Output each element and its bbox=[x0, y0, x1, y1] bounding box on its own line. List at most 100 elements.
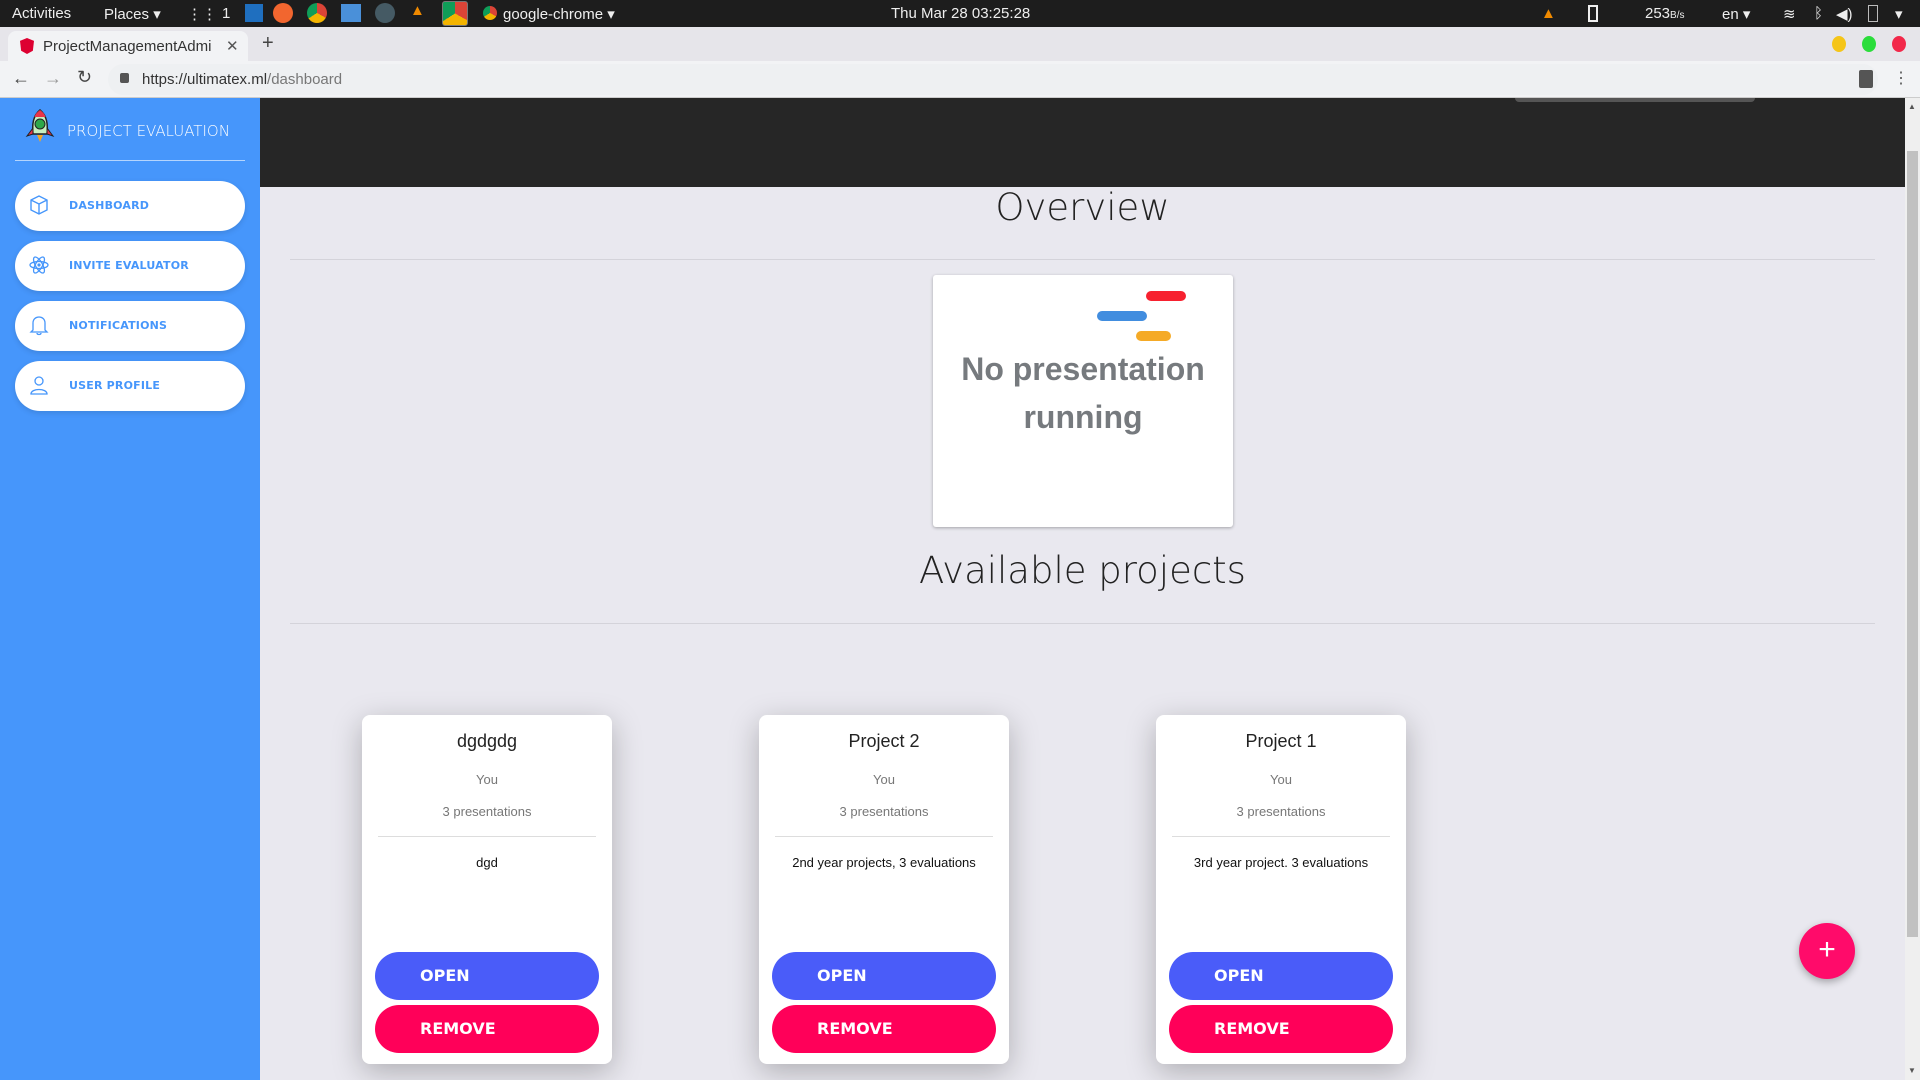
language-menu[interactable]: en ▾ bbox=[1722, 5, 1750, 23]
bell-icon bbox=[29, 316, 49, 336]
tab-bar: ProjectManagementAdmi ✕ + bbox=[0, 27, 1920, 61]
project-card: Project 2 You 3 presentations 2nd year p… bbox=[759, 715, 1009, 1064]
header-search-edge bbox=[1515, 98, 1755, 102]
sidebar-divider bbox=[15, 160, 245, 161]
rocket-logo-icon bbox=[25, 109, 55, 142]
language-label: en bbox=[1722, 6, 1739, 23]
remove-project-button[interactable]: REMOVE bbox=[375, 1005, 599, 1053]
phone-icon[interactable] bbox=[1588, 5, 1598, 22]
presentation-status-text: No presentation running bbox=[933, 345, 1233, 441]
project-name: Project 1 bbox=[1245, 731, 1317, 751]
add-project-button[interactable]: + bbox=[1799, 923, 1855, 979]
bluetooth-icon[interactable]: ᛒ bbox=[1814, 5, 1823, 22]
net-speed-value: 253 bbox=[1645, 5, 1671, 22]
project-owner: You bbox=[873, 772, 895, 787]
project-name: Project 2 bbox=[848, 731, 920, 751]
chrome-active-icon[interactable] bbox=[442, 1, 468, 26]
project-owner: You bbox=[476, 772, 498, 787]
open-project-button[interactable]: OPEN bbox=[772, 952, 996, 1000]
menu-dots-icon[interactable]: ⋮ bbox=[1893, 68, 1909, 88]
project-description: dgd bbox=[476, 855, 498, 870]
scroll-up-icon[interactable]: ▲ bbox=[1908, 102, 1916, 111]
terminal-icon[interactable] bbox=[375, 3, 395, 23]
sidebar-item-dashboard[interactable]: DASHBOARD bbox=[15, 181, 245, 231]
close-window-button[interactable] bbox=[1892, 36, 1906, 52]
reload-icon[interactable]: ↻ bbox=[77, 67, 92, 88]
project-presentations: 3 presentations bbox=[442, 804, 532, 819]
app-title: PROJECT EVALUATION bbox=[67, 122, 230, 140]
presentation-status-card: No presentation running bbox=[933, 275, 1233, 527]
project-presentations: 3 presentations bbox=[1236, 804, 1326, 819]
tab-title: ProjectManagementAdmi bbox=[43, 38, 212, 55]
project-card: dgdgdg You 3 presentations dgd OPEN REMO… bbox=[362, 715, 612, 1064]
url-host: https://ultimatex.ml bbox=[142, 71, 268, 88]
volume-icon[interactable]: ◀) bbox=[1836, 5, 1853, 23]
net-speed: 253B/s bbox=[1645, 5, 1684, 22]
open-project-button[interactable]: OPEN bbox=[375, 952, 599, 1000]
cube-icon bbox=[30, 195, 48, 215]
places-label: Places bbox=[104, 6, 150, 23]
lock-icon bbox=[120, 73, 129, 83]
project-owner: You bbox=[1270, 772, 1292, 787]
app-name: google-chrome bbox=[503, 6, 604, 23]
remove-project-button[interactable]: REMOVE bbox=[1169, 1005, 1393, 1053]
workspace-indicator[interactable]: 1 bbox=[222, 5, 230, 22]
sidebar: PROJECT EVALUATION DASHBOARD INVITE EVAL… bbox=[0, 98, 260, 1080]
atom-icon bbox=[29, 256, 49, 274]
sidebar-item-notifications[interactable]: NOTIFICATIONS bbox=[15, 301, 245, 351]
card-divider bbox=[1172, 836, 1390, 837]
open-project-button[interactable]: OPEN bbox=[1169, 952, 1393, 1000]
overview-divider bbox=[290, 259, 1875, 260]
sidebar-item-label: INVITE EVALUATOR bbox=[69, 259, 189, 272]
loader-bar-red bbox=[1146, 291, 1186, 301]
system-menu-chevron-icon[interactable]: ▾ bbox=[1895, 5, 1903, 23]
card-divider bbox=[378, 836, 596, 837]
places-menu[interactable]: Places ▾ bbox=[104, 5, 161, 23]
maximize-button[interactable] bbox=[1862, 36, 1876, 52]
project-card: Project 1 You 3 presentations 3rd year p… bbox=[1156, 715, 1406, 1064]
project-description: 2nd year projects, 3 evaluations bbox=[792, 855, 976, 870]
chrome-icon[interactable] bbox=[307, 3, 327, 23]
loader-bar-blue bbox=[1097, 311, 1147, 321]
screenshot-app-icon[interactable] bbox=[245, 4, 263, 22]
status-line-2: running bbox=[1023, 399, 1143, 435]
apps-grid-icon[interactable]: ⋮⋮ bbox=[187, 5, 217, 23]
minimize-button[interactable] bbox=[1832, 36, 1846, 52]
project-presentations: 3 presentations bbox=[839, 804, 929, 819]
angular-favicon-icon bbox=[20, 38, 34, 54]
project-name: dgdgdg bbox=[456, 731, 518, 751]
activities-button[interactable]: Activities bbox=[12, 5, 71, 22]
vlc-tray-icon[interactable]: ▲ bbox=[1541, 5, 1556, 22]
address-bar-row: ← → ↻ https://ultimatex.ml/dashboard ⋮ bbox=[0, 61, 1920, 98]
files-icon[interactable] bbox=[341, 4, 361, 22]
sidebar-item-invite-evaluator[interactable]: INVITE EVALUATOR bbox=[15, 241, 245, 291]
scroll-down-icon[interactable]: ▼ bbox=[1908, 1066, 1916, 1075]
app-menu[interactable]: google-chrome ▾ bbox=[503, 5, 615, 23]
sidebar-item-user-profile[interactable]: USER PROFILE bbox=[15, 361, 245, 411]
remove-project-button[interactable]: REMOVE bbox=[772, 1005, 996, 1053]
scrollbar-thumb[interactable] bbox=[1907, 151, 1918, 937]
url-text: https://ultimatex.ml/dashboard bbox=[142, 71, 342, 88]
loader-bar-yellow bbox=[1136, 331, 1171, 341]
user-icon bbox=[30, 376, 48, 395]
drawing-app-icon[interactable] bbox=[273, 3, 293, 23]
sidebar-item-label: DASHBOARD bbox=[69, 199, 150, 212]
clock[interactable]: Thu Mar 28 03:25:28 bbox=[891, 5, 1030, 22]
page-header bbox=[260, 98, 1905, 187]
back-icon[interactable]: ← bbox=[12, 68, 30, 89]
tab-close-icon[interactable]: ✕ bbox=[226, 37, 239, 55]
browser-tab[interactable]: ProjectManagementAdmi ✕ bbox=[8, 31, 248, 61]
forward-icon[interactable]: → bbox=[44, 68, 62, 89]
profile-icon[interactable] bbox=[1859, 70, 1873, 88]
wifi-icon[interactable]: ≋ bbox=[1783, 5, 1796, 23]
os-top-bar: Activities Places ▾ ⋮⋮ 1 ▲ google-chrome… bbox=[0, 0, 1920, 27]
status-line-1: No presentation bbox=[961, 351, 1205, 387]
overview-title: Overview bbox=[995, 186, 1170, 229]
app-menu-chrome-icon bbox=[483, 6, 497, 20]
vlc-icon[interactable]: ▲ bbox=[410, 2, 425, 19]
available-projects-title: Available projects bbox=[919, 549, 1246, 592]
net-speed-unit: B/s bbox=[1670, 10, 1685, 21]
new-tab-button[interactable]: + bbox=[262, 32, 274, 55]
battery-icon[interactable] bbox=[1868, 5, 1878, 22]
url-field[interactable]: https://ultimatex.ml/dashboard bbox=[108, 64, 1878, 95]
